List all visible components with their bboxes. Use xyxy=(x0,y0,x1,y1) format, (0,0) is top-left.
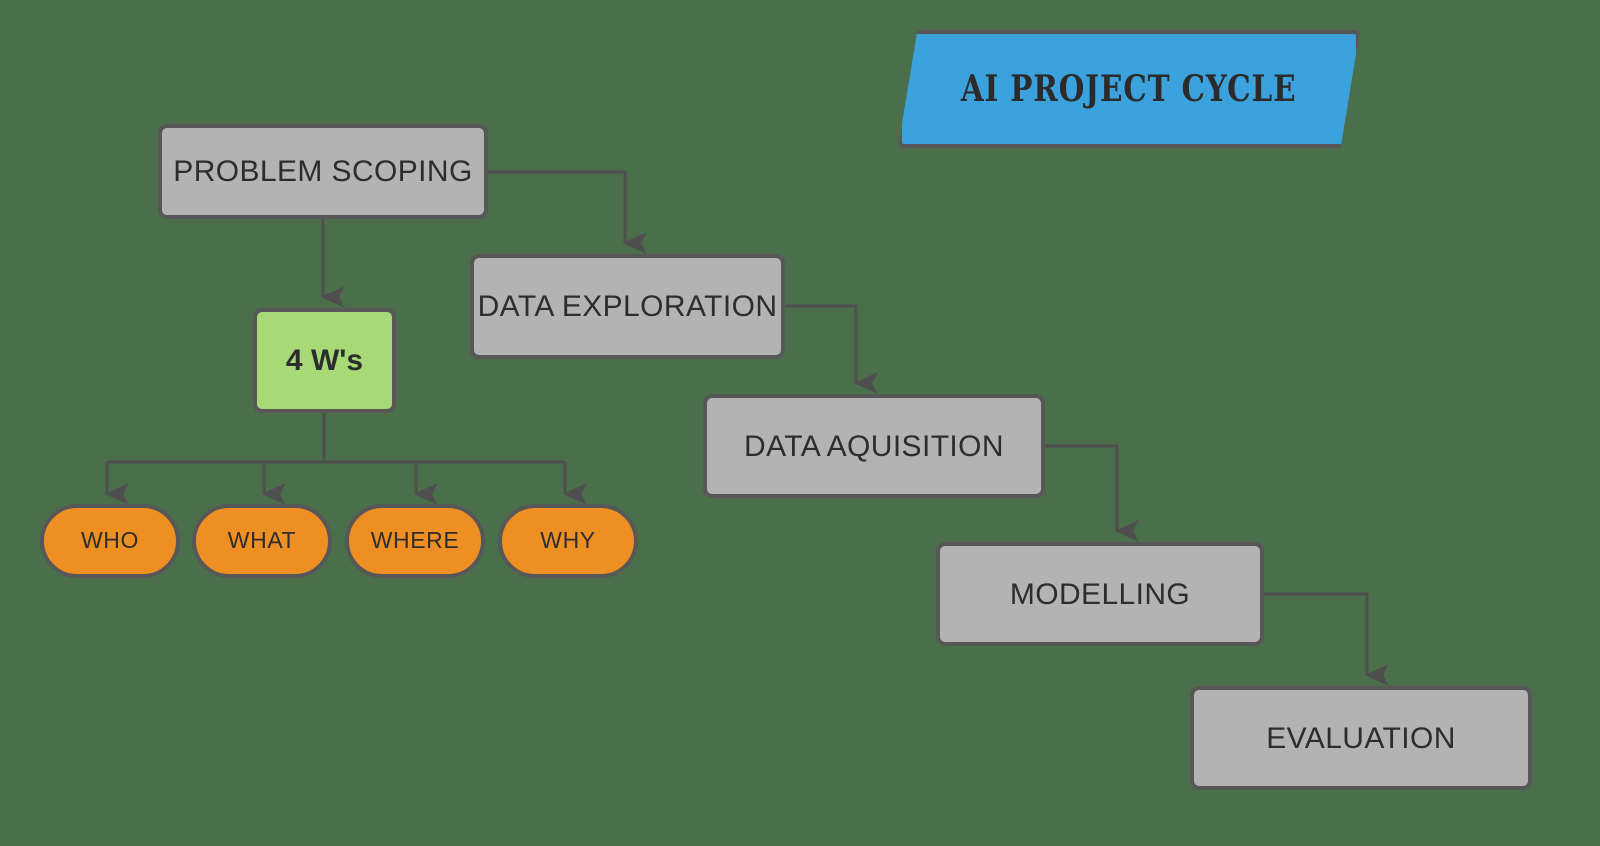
node-problem-scoping[interactable]: PROBLEM SCOPING xyxy=(158,124,488,219)
node-label: DATA EXPLORATION xyxy=(477,290,778,323)
node-label: WHY xyxy=(540,527,596,554)
node-label: WHERE xyxy=(370,527,460,554)
diagram-canvas: AI PROJECT CYCLE PROBLEM SCOPING 4 W's WHO… xyxy=(0,0,1600,846)
node-modelling[interactable]: MODELLING xyxy=(936,542,1264,646)
node-label: PROBLEM SCOPING xyxy=(173,155,473,188)
connector-data-exploration-to-data-aquisition xyxy=(785,304,878,394)
node-label: 4 W's xyxy=(285,344,364,377)
connector-modelling-to-evaluation xyxy=(1264,592,1389,686)
node-label: WHAT xyxy=(227,527,297,554)
connector-data-aquisition-to-modelling xyxy=(1045,444,1139,542)
node-data-aquisition[interactable]: DATA AQUISITION xyxy=(703,394,1045,498)
diagram-title-text: AI PROJECT CYCLE xyxy=(961,68,1297,110)
node-where[interactable]: WHERE xyxy=(345,504,485,578)
node-label: WHO xyxy=(80,527,139,554)
node-evaluation[interactable]: EVALUATION xyxy=(1190,686,1532,790)
node-data-exploration[interactable]: DATA EXPLORATION xyxy=(470,254,785,359)
node-who[interactable]: WHO xyxy=(40,504,180,578)
node-what[interactable]: WHAT xyxy=(192,504,332,578)
node-label: MODELLING xyxy=(1009,577,1191,611)
connector-problem-scoping-to-data-exploration xyxy=(488,170,647,254)
node-label: DATA AQUISITION xyxy=(744,429,1004,463)
node-label: EVALUATION xyxy=(1266,721,1456,755)
diagram-title-banner: AI PROJECT CYCLE xyxy=(898,30,1360,148)
node-four-ws[interactable]: 4 W's xyxy=(253,308,396,413)
node-why[interactable]: WHY xyxy=(498,504,638,578)
